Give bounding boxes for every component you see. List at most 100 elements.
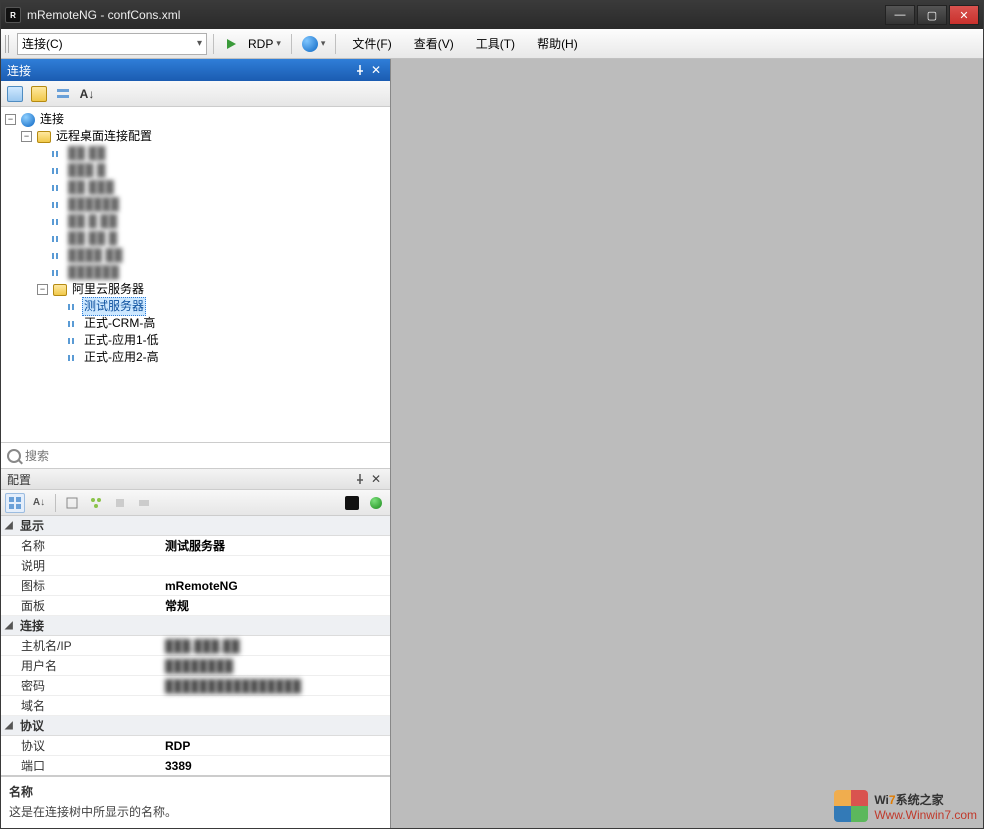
prop-section-connection[interactable]: ◢连接 (1, 616, 390, 636)
tree-item[interactable]: 正式-应用2-高 (53, 349, 388, 366)
pin-icon[interactable] (352, 62, 368, 78)
tree-item[interactable]: ██████ (37, 264, 388, 281)
minimize-button[interactable]: — (885, 5, 915, 25)
menu-help[interactable]: 帮助(H) (527, 33, 588, 55)
tree-item[interactable]: ██ ██ █ (37, 230, 388, 247)
connection-status-icon (366, 493, 386, 513)
folder-icon (53, 284, 67, 296)
prop-row-domain[interactable]: 域名 (1, 696, 390, 716)
sort-az-icon[interactable]: A↓ (79, 86, 95, 102)
new-folder-icon[interactable] (31, 86, 47, 102)
property-page-icon[interactable] (62, 493, 82, 513)
expand-toggle[interactable]: − (5, 114, 16, 125)
tree-item[interactable]: ███ █ (37, 162, 388, 179)
maximize-button[interactable]: ▢ (917, 5, 947, 25)
connection-icon (51, 233, 63, 245)
tree-item-label: ██ ███ (66, 179, 116, 196)
prop-row-username[interactable]: 用户名████████ (1, 656, 390, 676)
prop-row-icon[interactable]: 图标mRemoteNG (1, 576, 390, 596)
main-content-pane: Wi7系统之家 Www.Winwin7.com (391, 59, 983, 828)
tree-folder[interactable]: − 远程桌面连接配置 (21, 128, 388, 145)
tree-item[interactable]: ████ ██ (37, 247, 388, 264)
collapse-icon[interactable]: ◢ (5, 720, 16, 731)
property-help: 名称 这是在连接树中所显示的名称。 (1, 776, 390, 828)
menu-view[interactable]: 查看(V) (404, 33, 464, 55)
tree-folder-label: 阿里云服务器 (70, 281, 146, 298)
connection-icon (67, 335, 79, 347)
connections-pane-header: 连接 ✕ (1, 59, 390, 81)
view-icon[interactable] (55, 86, 71, 102)
watermark-logo-icon (834, 790, 868, 822)
prop-section-display[interactable]: ◢显示 (1, 516, 390, 536)
tree-item-label: ██████ (66, 196, 121, 213)
prop-row-panel[interactable]: 面板常规 (1, 596, 390, 616)
tree-item[interactable]: ██ ██ (37, 145, 388, 162)
tree-folder[interactable]: − 阿里云服务器 (37, 281, 388, 298)
prop-section-protocol[interactable]: ◢协议 (1, 716, 390, 736)
external-tools-button[interactable]: ▾ (298, 33, 330, 55)
prop-row-port[interactable]: 端口3389 (1, 756, 390, 776)
close-pane-button[interactable]: ✕ (368, 62, 384, 78)
connection-icon (67, 301, 79, 313)
prop-row-hostname[interactable]: 主机名/IP███.███.██ (1, 636, 390, 656)
tree-item-label: 正式-应用2-高 (82, 349, 161, 366)
help-property-name: 名称 (9, 783, 382, 800)
quick-connect-combo[interactable]: 连接(C) (17, 33, 207, 55)
connection-icon (67, 318, 79, 330)
default-inheritance-icon[interactable] (110, 493, 130, 513)
tree-item[interactable]: 正式-CRM-高 (53, 315, 388, 332)
tree-item[interactable]: 正式-应用1-低 (53, 332, 388, 349)
tree-folder-label: 远程桌面连接配置 (54, 128, 154, 145)
connection-icon (51, 250, 63, 262)
new-connection-icon[interactable] (7, 86, 23, 102)
connection-icon (51, 216, 63, 228)
separator (55, 494, 56, 512)
tree-item[interactable]: ██ ███ (37, 179, 388, 196)
close-button[interactable]: ✕ (949, 5, 979, 25)
watermark: Wi7系统之家 Www.Winwin7.com (834, 790, 977, 822)
tree-item-label: ██████ (66, 264, 121, 281)
expand-toggle[interactable]: − (21, 131, 32, 142)
search-bar (1, 442, 390, 468)
connections-toolbar: A↓ (1, 81, 390, 107)
folder-icon (37, 131, 51, 143)
separator (213, 34, 214, 54)
tree-root[interactable]: − 连接 (5, 111, 388, 128)
client-area: 连接 ✕ A↓ − 连接 (1, 59, 983, 828)
prop-row-name[interactable]: 名称测试服务器 (1, 536, 390, 556)
menu-file[interactable]: 文件(F) (342, 33, 401, 55)
connections-tree[interactable]: − 连接 − 远程桌面连接配置 ██ █████ (1, 107, 390, 442)
inheritance-icon[interactable] (86, 493, 106, 513)
protocol-dropdown[interactable]: RDP ▾ (244, 33, 285, 55)
default-properties-icon[interactable] (134, 493, 154, 513)
config-pane-header: 配置 ✕ (1, 468, 390, 490)
prop-row-description[interactable]: 说明 (1, 556, 390, 576)
menu-bar: 连接(C) RDP ▾ ▾ 文件(F) 查看(V) 工具(T) 帮助(H) (1, 29, 983, 59)
expand-toggle[interactable]: − (37, 284, 48, 295)
collapse-icon[interactable]: ◢ (5, 620, 16, 631)
tree-item-label: ██ ██ █ (66, 230, 119, 247)
prop-row-password[interactable]: 密码████████████████ (1, 676, 390, 696)
globe-icon (302, 36, 318, 52)
categorized-view-icon[interactable] (5, 493, 25, 513)
collapse-icon[interactable]: ◢ (5, 520, 16, 531)
globe-icon (21, 113, 35, 127)
separator (291, 34, 292, 54)
pin-icon[interactable] (352, 471, 368, 487)
menu-tools[interactable]: 工具(T) (466, 33, 525, 55)
watermark-line1: Wi7系统之家 (874, 791, 977, 808)
connection-icon (51, 199, 63, 211)
search-input[interactable] (25, 449, 384, 463)
connect-play-button[interactable] (220, 33, 242, 55)
tree-item-label: ██ ██ (66, 145, 107, 162)
protocol-label: RDP (248, 37, 273, 51)
tree-item-selected[interactable]: 测试服务器 (53, 298, 388, 315)
close-pane-button[interactable]: ✕ (368, 471, 384, 487)
connection-icon (51, 148, 63, 160)
property-grid[interactable]: ◢显示 名称测试服务器 说明 图标mRemoteNG 面板常规 ◢连接 主机名/… (1, 516, 390, 776)
tree-item[interactable]: ██ █ ██ (37, 213, 388, 230)
tree-item[interactable]: ██████ (37, 196, 388, 213)
prop-row-protocol[interactable]: 协议RDP (1, 736, 390, 756)
toolbar-grip (5, 35, 11, 53)
alphabetical-view-icon[interactable]: A↓ (29, 493, 49, 513)
